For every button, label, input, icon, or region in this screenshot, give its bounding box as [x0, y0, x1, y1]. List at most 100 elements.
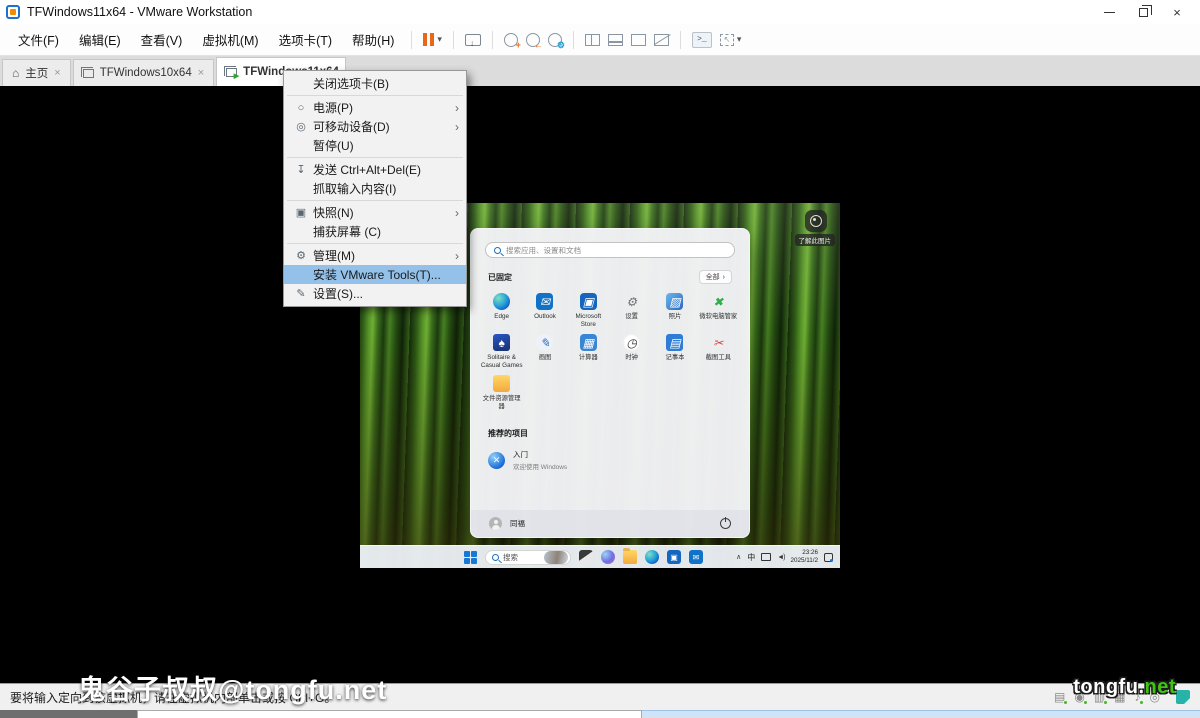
unity-mode-button[interactable]: [650, 28, 673, 52]
message-log-icon[interactable]: [1176, 690, 1190, 704]
settings-icon: ✎: [289, 287, 313, 300]
start-search-input[interactable]: 搜索应用、设置和文档: [485, 242, 735, 258]
menubar-item[interactable]: 文件(F): [8, 29, 69, 53]
hard-disk-icon[interactable]: ▤: [1054, 691, 1065, 703]
learn-about-picture-button[interactable]: [805, 210, 827, 232]
send-ctrl-alt-del-button[interactable]: [461, 28, 485, 52]
menu-item-close-tab[interactable]: 关闭选项卡(B): [284, 74, 466, 93]
pinned-app[interactable]: 文件资源管理器: [480, 371, 523, 412]
restore-button[interactable]: [1126, 1, 1160, 23]
microsoft-store-button[interactable]: ▣: [667, 550, 681, 564]
menubar-item[interactable]: 编辑(E): [69, 29, 131, 53]
toolbar-separator: [680, 31, 681, 49]
menu-bar: 文件(F)编辑(E)查看(V)虚拟机(M)选项卡(T)帮助(H) ▾ + ← ⚙…: [0, 24, 1200, 56]
pinned-app[interactable]: ✎ 画图: [523, 330, 566, 371]
take-snapshot-button[interactable]: +: [500, 28, 522, 52]
pinned-app[interactable]: Edge: [480, 289, 523, 330]
close-tab-icon[interactable]: ×: [54, 67, 60, 79]
toolbar-separator: [453, 31, 454, 49]
tab-tfwindows10x64[interactable]: TFWindows10x64 ×: [73, 59, 214, 86]
revert-snapshot-button[interactable]: ←: [522, 28, 544, 52]
show-library-button[interactable]: [581, 28, 604, 52]
file-explorer-button[interactable]: [623, 550, 637, 564]
pinned-app[interactable]: ▨ 照片: [653, 289, 696, 330]
start-button[interactable]: [464, 551, 477, 564]
menu-item-manage[interactable]: ⚙ 管理(M) ›: [284, 246, 466, 265]
pinned-app[interactable]: ◷ 时钟: [610, 330, 653, 371]
tab-bar: ⌂ 主页 × TFWindows10x64 × TFWindows11x64: [0, 56, 1200, 86]
show-thumbnail-bar-button[interactable]: [604, 28, 627, 52]
app-glyph: ✎: [540, 337, 550, 349]
recommended-item-title: 入门: [513, 449, 567, 460]
close-button[interactable]: ×: [1160, 1, 1194, 23]
menubar-item[interactable]: 帮助(H): [342, 29, 404, 53]
home-icon: ⌂: [12, 66, 19, 80]
close-tab-icon[interactable]: ×: [198, 67, 204, 79]
menu-item-install-vmware-tools[interactable]: 安装 VMware Tools(T)...: [284, 265, 466, 284]
volume-icon[interactable]: ◄): [777, 554, 784, 561]
menubar-item[interactable]: 虚拟机(M): [192, 29, 268, 53]
pinned-heading: 已固定: [488, 272, 512, 283]
power-icon: ○: [289, 102, 313, 114]
menu-item-grab-input[interactable]: 抓取输入内容(I): [284, 179, 466, 198]
all-apps-button[interactable]: 全部 ›: [699, 270, 732, 284]
menu-item-removable-devices[interactable]: ◎ 可移动设备(D) ›: [284, 117, 466, 136]
menu-item-snapshot[interactable]: ▣ 快照(N) ›: [284, 203, 466, 222]
manage-snapshots-button[interactable]: ⚙: [544, 28, 566, 52]
console-view-button[interactable]: >_: [688, 28, 716, 52]
menu-item-send-ctrl-alt-del[interactable]: ↧ 发送 Ctrl+Alt+Del(E): [284, 160, 466, 179]
menubar-item[interactable]: 查看(V): [131, 29, 193, 53]
app-glyph: ◷: [626, 337, 636, 349]
network-icon[interactable]: [761, 553, 771, 561]
start-menu: 搜索应用、设置和文档 已固定 全部 ›: [470, 228, 750, 538]
app-glyph: ▨: [669, 296, 680, 308]
menu-item-settings[interactable]: ✎ 设置(S)...: [284, 284, 466, 303]
stretch-guest-button[interactable]: ↖ ▾: [716, 28, 746, 52]
task-view-button[interactable]: [579, 550, 593, 564]
edge-button[interactable]: [645, 550, 659, 564]
pinned-app[interactable]: ▦ 计算器: [567, 330, 610, 371]
host-strip-window: [137, 710, 642, 718]
tray-chevron-icon[interactable]: ∧: [736, 553, 741, 561]
tab-home[interactable]: ⌂ 主页 ×: [2, 59, 71, 86]
host-strip-left: [0, 710, 137, 718]
minimize-button[interactable]: [1092, 1, 1126, 23]
app-label: 照片: [669, 313, 682, 321]
app-label: 截图工具: [706, 354, 731, 362]
pinned-app[interactable]: ✉ Outlook: [523, 289, 566, 330]
host-taskbar-edge: [0, 710, 1200, 718]
all-apps-label: 全部: [706, 272, 720, 282]
vm-console-area[interactable]: Microsoft Edge 了解此图片 搜索应用、设置和文档 已固定 全部 ›: [0, 86, 1200, 683]
search-placeholder: 搜索应用、设置和文档: [506, 245, 581, 256]
pinned-app[interactable]: ✂ 截图工具: [697, 330, 740, 371]
pinned-app[interactable]: ✖ 微软电脑管家: [697, 289, 740, 330]
menu-item-power[interactable]: ○ 电源(P) ›: [284, 98, 466, 117]
copilot-button[interactable]: [601, 550, 615, 564]
user-avatar[interactable]: [489, 517, 502, 530]
clock[interactable]: 23:26 2025/11/2: [790, 549, 818, 566]
app-glyph: ✖: [713, 296, 723, 308]
learn-about-picture-label: 了解此图片: [795, 234, 836, 246]
pinned-app[interactable]: ▤ 记事本: [653, 330, 696, 371]
full-screen-button[interactable]: [627, 28, 650, 52]
host-strip-right: [642, 710, 1200, 718]
unity-mode-icon: [654, 34, 669, 46]
app-icon: ✖: [710, 293, 727, 310]
pinned-app[interactable]: ▣ Microsoft Store: [567, 289, 610, 330]
pause-button[interactable]: ▾: [419, 28, 446, 52]
user-name[interactable]: 同福: [510, 518, 525, 529]
notification-icon[interactable]: [824, 553, 833, 562]
outlook-button[interactable]: ✉: [689, 550, 703, 564]
menu-item-capture-screen[interactable]: 捕获屏幕 (C): [284, 222, 466, 241]
search-highlight-image: [544, 551, 568, 564]
app-label: 画图: [539, 354, 552, 362]
taskbar-search-box[interactable]: 搜索: [485, 550, 571, 565]
pinned-app[interactable]: ⚙ 设置: [610, 289, 653, 330]
pinned-app[interactable]: ♠ Solitaire & Casual Games: [480, 330, 523, 371]
tongfu-logo: tongfu.net: [1073, 676, 1176, 699]
menu-item-pause[interactable]: 暂停(U): [284, 136, 466, 155]
recommended-item-get-started[interactable]: ✕ 入门 欢迎使用 Windows: [488, 449, 732, 471]
power-button[interactable]: [720, 518, 731, 529]
menubar-item[interactable]: 选项卡(T): [269, 29, 342, 53]
ime-indicator[interactable]: 中: [747, 552, 755, 563]
